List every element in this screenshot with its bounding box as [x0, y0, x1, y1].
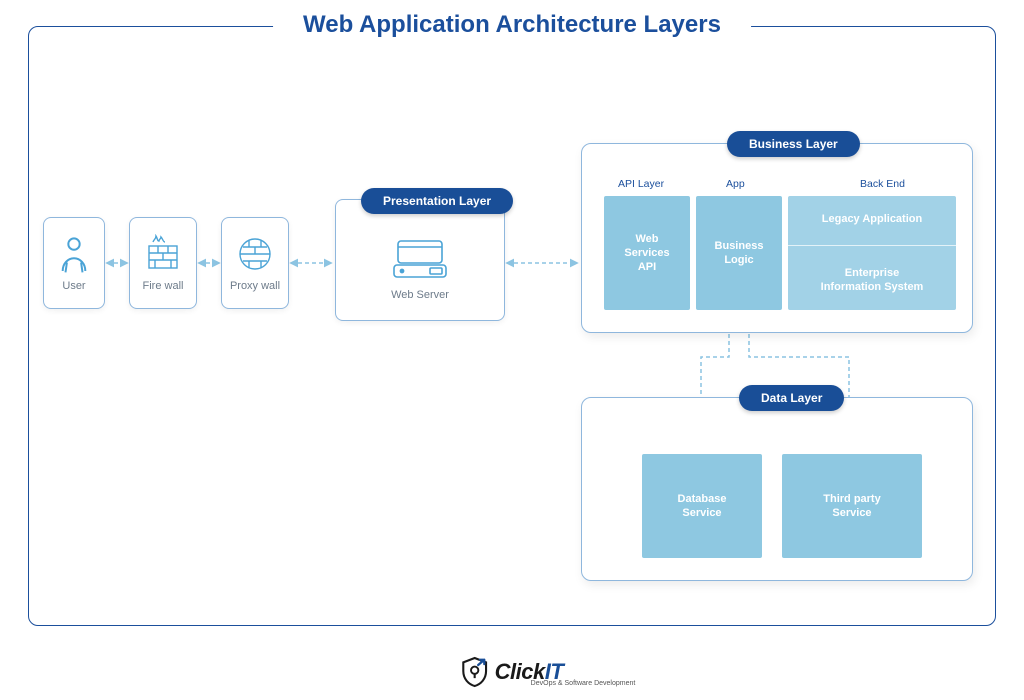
webserver-label: Web Server	[391, 289, 449, 301]
business-logic-box: Business Logic	[696, 196, 782, 310]
firewall-node: Fire wall	[129, 217, 197, 309]
database-service-box: Database Service	[642, 454, 762, 558]
data-layer-pill: Data Layer	[739, 385, 844, 411]
business-layer-pill: Business Layer	[727, 131, 860, 157]
diagram-frame: Web Application Architecture Layers	[28, 26, 996, 626]
user-icon	[57, 234, 91, 274]
server-icon	[392, 237, 448, 281]
firewall-icon	[143, 234, 183, 274]
brand-tagline: DevOps & Software Development	[531, 680, 636, 687]
presentation-layer-node: Web Server	[335, 199, 505, 321]
user-label: User	[62, 280, 85, 292]
web-services-api-text: Web Services API	[624, 232, 669, 275]
eis-text: Enterprise Information System	[821, 266, 924, 295]
proxy-icon	[235, 234, 275, 274]
shield-icon	[461, 656, 489, 688]
page-title: Web Application Architecture Layers	[273, 11, 751, 39]
col-api-label: API Layer	[618, 178, 664, 190]
third-party-text: Third party Service	[823, 492, 880, 521]
backend-box: Legacy Application Enterprise Informatio…	[788, 196, 956, 310]
business-logic-text: Business Logic	[715, 239, 764, 268]
backend-divider	[788, 245, 956, 246]
proxy-label: Proxy wall	[230, 280, 280, 292]
database-service-text: Database Service	[678, 492, 727, 521]
web-services-api-box: Web Services API	[604, 196, 690, 310]
user-node: User	[43, 217, 105, 309]
brand-logo: ClickIT DevOps & Software Development	[461, 656, 564, 688]
third-party-box: Third party Service	[782, 454, 922, 558]
col-backend-label: Back End	[860, 178, 905, 190]
data-layer-container: Database Service Third party Service	[581, 397, 973, 581]
firewall-label: Fire wall	[143, 280, 184, 292]
legacy-app-text: Legacy Application	[822, 212, 922, 226]
col-app-label: App	[726, 178, 745, 190]
proxy-node: Proxy wall	[221, 217, 289, 309]
presentation-layer-pill: Presentation Layer	[361, 188, 513, 214]
business-layer-container: API Layer App Back End Web Services API …	[581, 143, 973, 333]
